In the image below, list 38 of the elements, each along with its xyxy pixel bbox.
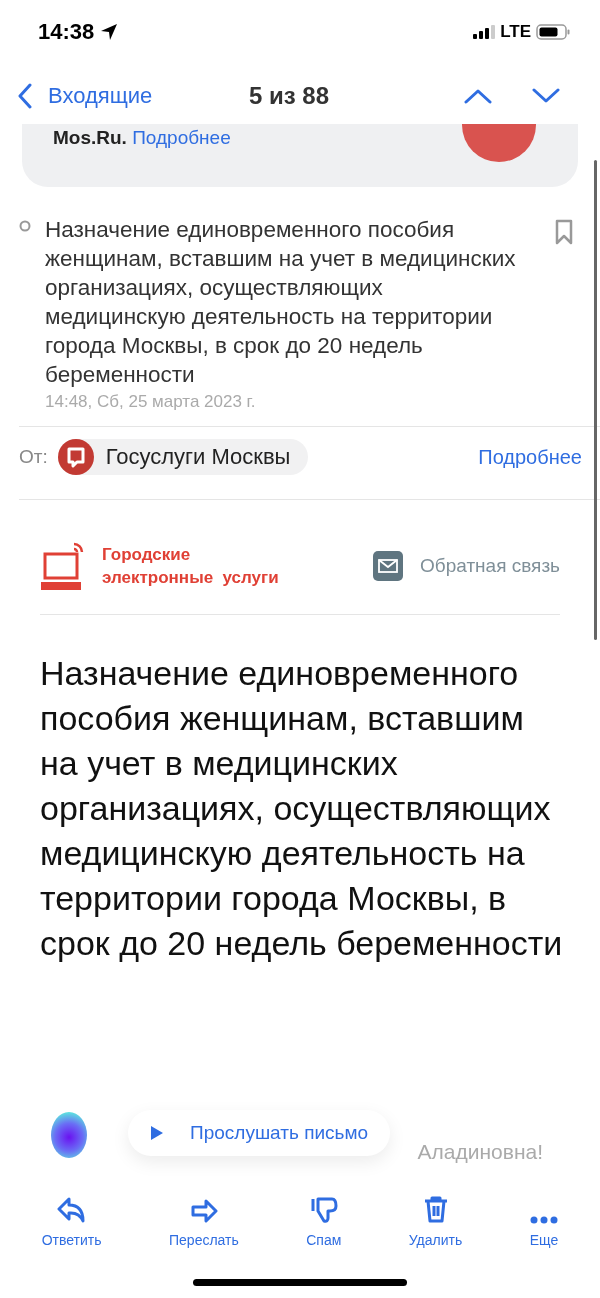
back-button[interactable]: Входящие <box>18 83 249 109</box>
assistant-orb-icon[interactable] <box>51 1112 87 1158</box>
toolbar-button[interactable]: Удалить <box>408 1188 463 1248</box>
logo-text: Городские электронные услуги <box>102 544 279 589</box>
chevron-left-icon <box>18 83 32 109</box>
bookmark-icon[interactable] <box>554 219 574 245</box>
chevron-down-icon[interactable] <box>532 88 560 104</box>
location-arrow-icon <box>100 23 119 41</box>
status-time: 14:38 <box>38 19 95 45</box>
more-icon <box>529 1216 558 1224</box>
toolbar-button[interactable]: Ответить <box>41 1188 102 1248</box>
from-label: От: <box>19 446 48 468</box>
toolbar-button[interactable]: Еще <box>529 1188 559 1248</box>
message-date: 14:48, Сб, 25 марта 2023 г. <box>45 392 257 412</box>
battery-icon <box>536 24 570 40</box>
feedback-link[interactable]: Обратная связь <box>373 551 560 581</box>
play-icon <box>150 1125 164 1141</box>
trash-icon <box>422 1196 449 1224</box>
toolbar-button[interactable]: Переслать <box>169 1188 239 1248</box>
sender-chip[interactable]: Госуслуги Москвы <box>57 439 309 475</box>
reply-icon <box>56 1196 87 1224</box>
toolbar-button[interactable]: Спам <box>306 1188 342 1248</box>
body-heading: Назначение единовременного пособия женщинам, вставшим на учет в медицинских организациях, осуществляющих медицинскую деятельность на территории города Москвы, в срок до 20 недель беременности <box>40 653 564 964</box>
details-link[interactable]: Подробнее <box>132 127 231 148</box>
thumbs-down-icon <box>309 1196 338 1224</box>
sender-avatar-icon <box>57 439 94 475</box>
signal-icon <box>473 25 496 39</box>
message-subject: Назначение единовременного пособия женщинам, вставшим на учет в медицинских организациях, осуществляющих медицинскую деятельность на территории города Москвы, в срок до 20 недель беременности <box>45 216 517 389</box>
details-link[interactable]: Подробнее <box>478 445 582 469</box>
envelope-icon <box>373 551 403 581</box>
read-status-icon <box>19 220 31 232</box>
chevron-up-icon[interactable] <box>464 88 492 104</box>
banner-text: Mos.Ru. Подробнее <box>53 127 231 149</box>
greeting-text: Аладиновна! <box>417 1140 543 1164</box>
listen-button[interactable]: Прослушать письмо <box>128 1110 391 1156</box>
forward-icon <box>189 1198 218 1224</box>
network-label: LTE <box>500 22 531 42</box>
message-counter: 5 из 88 <box>248 82 330 110</box>
